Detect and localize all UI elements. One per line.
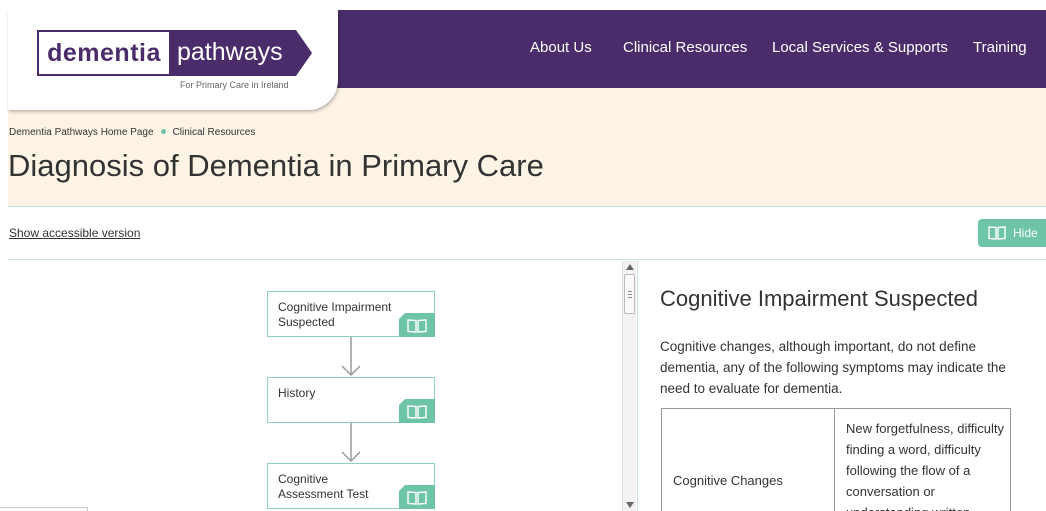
flow-step-cognitive-impairment-suspected[interactable]: Cognitive Impairment Suspected	[267, 291, 435, 337]
open-book-icon[interactable]	[399, 399, 435, 423]
flowchart-scrollbar[interactable]	[622, 261, 636, 511]
divider	[8, 259, 1046, 260]
divider	[8, 206, 1046, 207]
show-accessible-version-link[interactable]: Show accessible version	[9, 226, 140, 240]
site-logo[interactable]: dementia pathways	[37, 30, 312, 76]
flow-step-label: Cognitive Impairment Suspected	[278, 300, 392, 329]
table-description-text: New forgetfulness, difficulty finding a …	[846, 421, 1004, 511]
open-book-icon[interactable]	[399, 485, 435, 509]
flow-arrow-icon	[341, 337, 361, 377]
grip-line	[628, 297, 632, 298]
flow-step-label: History	[278, 386, 316, 400]
hide-button[interactable]: Hide	[978, 219, 1046, 247]
flow-step-history[interactable]: History	[267, 377, 435, 423]
breadcrumb-home[interactable]: Dementia Pathways Home Page	[9, 127, 154, 138]
hide-button-label: Hide	[1013, 226, 1038, 240]
info-panel-intro: Cognitive changes, although important, d…	[660, 339, 1006, 396]
nav-training[interactable]: Training	[973, 39, 1027, 59]
scroll-up-icon[interactable]	[625, 263, 635, 271]
open-book-icon[interactable]	[399, 313, 435, 337]
breadcrumb-separator-icon	[160, 129, 166, 135]
flow-step-label: Cognitive Assessment Test	[278, 472, 369, 501]
breadcrumb-current[interactable]: Clinical Resources	[173, 127, 256, 138]
logo-dementia: dementia	[37, 30, 169, 76]
nav-about-us[interactable]: About Us	[530, 39, 592, 59]
nav-local-services[interactable]: Local Services & Supports	[772, 39, 948, 59]
table-cell-category: Cognitive Changes	[662, 409, 835, 511]
page-title: Diagnosis of Dementia in Primary Care	[8, 148, 544, 183]
open-book-icon	[988, 226, 1006, 240]
info-panel-title: Cognitive Impairment Suspected	[660, 286, 978, 311]
flow-arrow-icon	[341, 423, 361, 463]
grip-line	[628, 291, 632, 292]
pane-divider	[637, 261, 638, 511]
logo-tagline: For Primary Care in Ireland	[180, 80, 289, 90]
table-category-text: Cognitive Changes	[673, 473, 783, 488]
scrollbar-thumb[interactable]	[624, 274, 635, 314]
logo-pathways-arrow: pathways	[169, 30, 312, 76]
logo-pathways: pathways	[177, 38, 283, 66]
symptoms-table: Cognitive Changes New forgetfulness, dif…	[661, 408, 1011, 511]
bottom-tab	[0, 507, 88, 511]
breadcrumb: Dementia Pathways Home Page Clinical Reso…	[9, 127, 255, 138]
scroll-down-icon[interactable]	[625, 501, 635, 509]
table-cell-description: New forgetfulness, difficulty finding a …	[835, 409, 1010, 511]
flow-step-cognitive-assessment-test[interactable]: Cognitive Assessment Test	[267, 463, 435, 509]
grip-line	[628, 294, 632, 295]
nav-clinical-resources[interactable]: Clinical Resources	[623, 39, 747, 59]
